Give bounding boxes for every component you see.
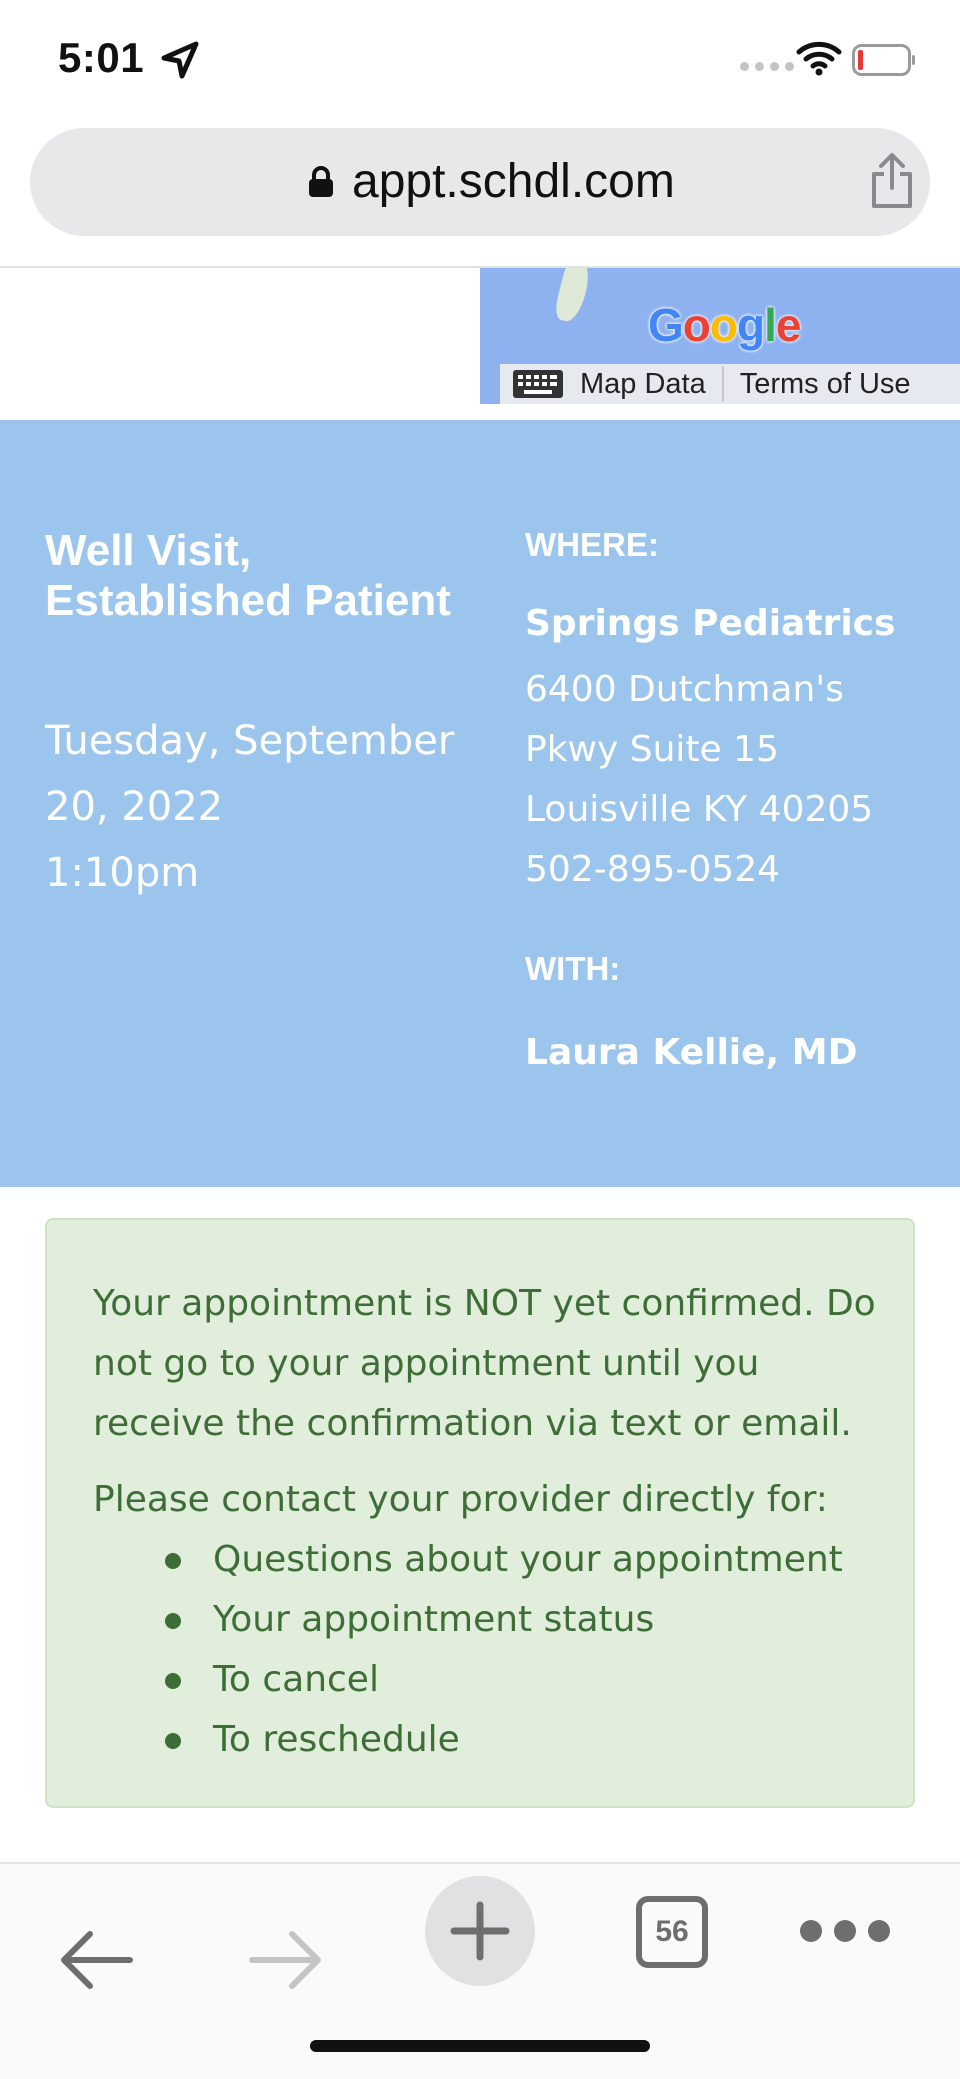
more-icon[interactable] — [800, 1920, 890, 1944]
share-icon[interactable] — [868, 152, 916, 210]
address-bar[interactable]: appt.schdl.com — [30, 128, 930, 236]
map-data-link[interactable]: Map Data — [564, 364, 722, 404]
alert-reasons-list: Questions about your appointment Your ap… — [93, 1530, 843, 1770]
google-logo: Google — [648, 298, 802, 352]
logo-letter: o — [709, 299, 738, 351]
appointment-date: Tuesday, September 20, 2022 — [45, 718, 455, 830]
plus-icon — [450, 1901, 510, 1961]
appointment-datetime: Tuesday, September 20, 2022 1:10pm — [45, 708, 465, 906]
appointment-time: 1:10pm — [45, 850, 200, 896]
where-label: WHERE: — [525, 526, 659, 563]
battery-low-icon — [852, 44, 915, 76]
list-item: Your appointment status — [93, 1590, 843, 1650]
clinic-address: 6400 Dutchman's Pkwy Suite 15 Louisville… — [525, 660, 873, 900]
browser-toolbar: 56 — [0, 1862, 960, 2079]
home-indicator — [310, 2040, 650, 2052]
list-item: To reschedule — [93, 1710, 843, 1770]
new-tab-button[interactable] — [425, 1876, 535, 1986]
forward-arrow-icon[interactable] — [246, 1926, 326, 1994]
address-line-1: 6400 Dutchman's — [525, 669, 844, 710]
appointment-details-panel: Well Visit, Established Patient Tuesday,… — [0, 420, 960, 1187]
keyboard-icon[interactable] — [512, 369, 564, 399]
map-land — [552, 268, 594, 325]
status-bar: 5:01 — [0, 0, 960, 120]
provider-name: Laura Kellie, MD — [525, 1032, 858, 1073]
terms-of-use-link[interactable]: Terms of Use — [724, 364, 927, 404]
wifi-icon — [796, 41, 842, 76]
logo-letter: o — [682, 299, 711, 351]
confirmation-alert: Your appointment is NOT yet confirmed. D… — [45, 1218, 915, 1808]
list-item: Questions about your appointment — [93, 1530, 843, 1590]
appointment-title: Well Visit, Established Patient — [45, 526, 451, 625]
signal-dots-icon — [740, 62, 794, 71]
lock-icon — [309, 166, 333, 197]
logo-letter: g — [737, 299, 765, 351]
address-line-3: Louisville KY 40205 — [525, 789, 874, 830]
status-time: 5:01 — [58, 34, 145, 81]
location-arrow-icon — [161, 41, 199, 79]
alert-message: Your appointment is NOT yet confirmed. D… — [93, 1283, 876, 1444]
address-line-2: Pkwy Suite 15 — [525, 729, 779, 770]
alert-contact-intro: Please contact your provider directly fo… — [93, 1479, 828, 1520]
logo-letter: G — [648, 299, 684, 351]
clinic-name: Springs Pediatrics — [525, 603, 896, 644]
logo-letter: e — [775, 299, 802, 351]
map-footer: Map Data Terms of Use — [500, 364, 960, 404]
with-label: WITH: — [525, 950, 621, 987]
logo-letter: l — [764, 299, 777, 351]
clinic-phone[interactable]: 502-895-0524 — [525, 840, 873, 900]
back-arrow-icon[interactable] — [56, 1926, 136, 1994]
list-item: To cancel — [93, 1650, 843, 1710]
tabs-button[interactable]: 56 — [636, 1896, 708, 1968]
url-text[interactable]: appt.schdl.com — [352, 154, 675, 209]
map-embed[interactable]: Google Map Data Terms of Use — [480, 268, 960, 404]
